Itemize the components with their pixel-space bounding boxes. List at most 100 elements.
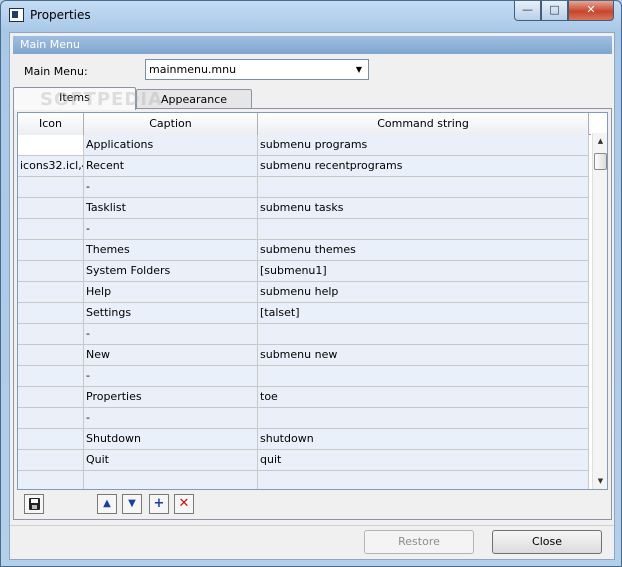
command-cell[interactable] (258, 408, 589, 429)
table-row[interactable]: - (18, 408, 591, 429)
icon-cell[interactable] (18, 366, 84, 387)
icon-cell[interactable] (18, 198, 84, 219)
scroll-up-icon[interactable]: ▲ (593, 133, 607, 149)
caption-cell[interactable]: - (84, 177, 258, 198)
command-cell[interactable]: [talset] (258, 303, 589, 324)
icon-cell[interactable] (18, 240, 84, 261)
menu-items-grid[interactable]: Icon Caption Command string Applications… (17, 112, 608, 490)
add-item-button[interactable]: + (149, 494, 169, 514)
close-button[interactable]: Close (492, 530, 602, 554)
icon-cell[interactable] (18, 429, 84, 450)
caption-cell[interactable]: Properties (84, 387, 258, 408)
table-row[interactable]: System Folders [submenu1] (18, 261, 591, 282)
main-menu-group-header: Main Menu (13, 36, 612, 54)
command-cell[interactable] (258, 366, 589, 387)
items-tab-panel: Icon Caption Command string Applications… (13, 108, 612, 520)
caption-cell[interactable]: Applications (84, 135, 258, 156)
grid-rows: Applications submenu programs icons32.icl,… (18, 135, 591, 489)
command-cell[interactable]: submenu recentprograms (258, 156, 589, 177)
icon-cell[interactable]: icons32.icl,45 (18, 156, 84, 177)
command-cell[interactable] (258, 219, 589, 240)
command-cell[interactable]: shutdown (258, 429, 589, 450)
command-cell[interactable]: submenu new (258, 345, 589, 366)
caption-cell[interactable]: Shutdown (84, 429, 258, 450)
icon-cell[interactable] (18, 177, 84, 198)
table-row[interactable]: Themes submenu themes (18, 240, 591, 261)
icon-cell[interactable] (18, 450, 84, 471)
icon-cell[interactable] (18, 303, 84, 324)
column-header-icon[interactable]: Icon (18, 113, 84, 135)
table-row[interactable]: - (18, 366, 591, 387)
save-icon (29, 498, 40, 510)
save-button[interactable] (24, 494, 44, 514)
caption-cell[interactable]: New (84, 345, 258, 366)
caption-cell[interactable]: - (84, 219, 258, 240)
table-row[interactable]: Properties toe (18, 387, 591, 408)
caption-cell[interactable] (84, 471, 258, 489)
move-up-button[interactable]: ▲ (97, 494, 117, 514)
tab-appearance[interactable]: Appearance (136, 89, 252, 110)
title-bar[interactable]: Properties — □ ✕ (1, 1, 621, 29)
caption-cell[interactable]: Settings (84, 303, 258, 324)
table-row[interactable]: Shutdown shutdown (18, 429, 591, 450)
tab-items[interactable]: Items (13, 87, 136, 110)
chevron-down-icon[interactable]: ▼ (352, 63, 366, 76)
icon-cell[interactable] (18, 282, 84, 303)
minimize-button[interactable]: — (514, 1, 541, 21)
move-down-button[interactable]: ▼ (122, 494, 142, 514)
table-row[interactable]: Help submenu help (18, 282, 591, 303)
command-cell[interactable] (258, 177, 589, 198)
caption-cell[interactable]: - (84, 366, 258, 387)
table-row[interactable]: Settings [talset] (18, 303, 591, 324)
table-row[interactable]: New submenu new (18, 345, 591, 366)
table-row[interactable]: - (18, 324, 591, 345)
caption-cell[interactable]: Themes (84, 240, 258, 261)
scrollbar-thumb[interactable] (594, 153, 607, 170)
caption-cell[interactable]: - (84, 324, 258, 345)
restore-button[interactable]: Restore (364, 530, 474, 554)
command-cell[interactable]: submenu programs (258, 135, 589, 156)
icon-cell[interactable] (18, 324, 84, 345)
icon-cell[interactable] (18, 408, 84, 429)
caption-cell[interactable]: Tasklist (84, 198, 258, 219)
vertical-scrollbar[interactable]: ▲ ▼ (592, 133, 607, 489)
command-cell[interactable]: quit (258, 450, 589, 471)
table-row[interactable]: - (18, 219, 591, 240)
main-menu-dropdown-value: mainmenu.mnu (149, 63, 237, 76)
column-header-command[interactable]: Command string (258, 113, 589, 135)
icon-cell[interactable] (18, 219, 84, 240)
dialog-client-area: Main Menu Main Menu: mainmenu.mnu ▼ Item… (9, 32, 615, 560)
icon-cell[interactable] (18, 471, 84, 489)
main-menu-dropdown[interactable]: mainmenu.mnu ▼ (145, 59, 369, 80)
table-row[interactable]: - (18, 177, 591, 198)
command-cell[interactable] (258, 324, 589, 345)
caption-cell[interactable]: Help (84, 282, 258, 303)
table-row[interactable] (18, 471, 591, 489)
app-window-icon (9, 8, 24, 22)
window-title: Properties (30, 8, 91, 22)
command-cell[interactable]: submenu themes (258, 240, 589, 261)
table-row[interactable]: icons32.icl,45Recentsubmenu recentprogra… (18, 156, 591, 177)
icon-cell[interactable] (18, 261, 84, 282)
caption-cell[interactable]: Quit (84, 450, 258, 471)
close-window-button[interactable]: ✕ (568, 1, 614, 21)
caption-cell[interactable]: Recent (84, 156, 258, 177)
main-menu-label: Main Menu: (24, 65, 88, 78)
scroll-down-icon[interactable]: ▼ (593, 473, 607, 489)
command-cell[interactable] (258, 471, 589, 489)
maximize-button[interactable]: □ (541, 1, 568, 21)
icon-cell[interactable] (18, 345, 84, 366)
command-cell[interactable]: submenu tasks (258, 198, 589, 219)
column-header-caption[interactable]: Caption (84, 113, 258, 135)
delete-item-button[interactable]: ✕ (174, 494, 194, 514)
table-row[interactable]: Applications submenu programs (18, 135, 591, 156)
caption-cell[interactable]: - (84, 408, 258, 429)
table-row[interactable]: Quit quit (18, 450, 591, 471)
caption-cell[interactable]: System Folders (84, 261, 258, 282)
command-cell[interactable]: submenu help (258, 282, 589, 303)
icon-cell[interactable] (18, 387, 84, 408)
command-cell[interactable]: [submenu1] (258, 261, 589, 282)
command-cell[interactable]: toe (258, 387, 589, 408)
icon-cell[interactable] (18, 135, 84, 156)
table-row[interactable]: Tasklist submenu tasks (18, 198, 591, 219)
